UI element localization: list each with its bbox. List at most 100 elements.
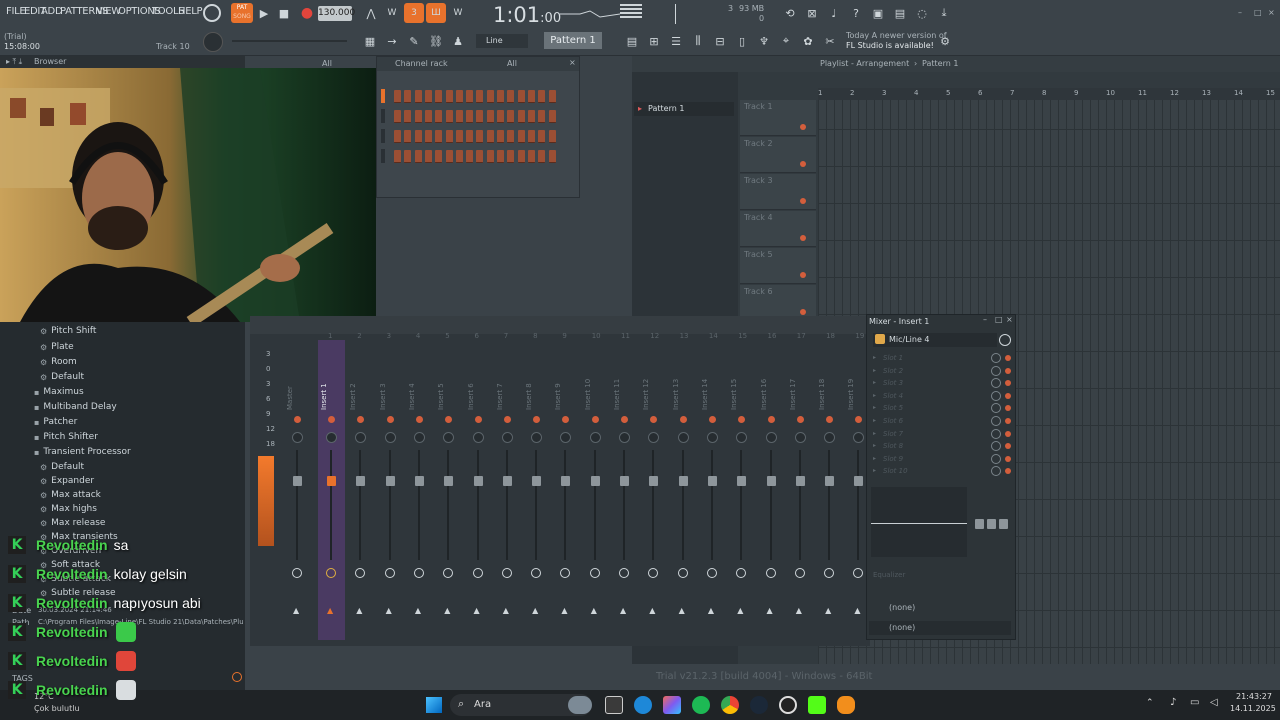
send-arrow-icon[interactable]: ▲ [474,606,480,615]
slot-expand-icon[interactable]: ▸ [873,404,876,411]
pan-led[interactable] [650,416,658,423]
step-button[interactable] [517,110,525,123]
stereo-knob[interactable] [384,432,396,443]
mixer-strip[interactable]: 14 Insert 14 ▲ [699,332,726,640]
send-arrow-icon[interactable]: ▲ [561,606,567,615]
step-button[interactable] [455,90,463,103]
slot-enable-led[interactable] [1005,443,1011,450]
volume-fader[interactable] [737,476,747,486]
browser-item[interactable]: ⚙ Plate [40,342,74,352]
playlist-icon[interactable]: ▤ [622,31,642,51]
mixer-strip[interactable]: 15 Insert 15 ▲ [728,332,755,640]
step-button[interactable] [424,90,432,103]
taskbar-chrome-icon[interactable] [721,696,739,714]
route-knob[interactable] [736,568,747,578]
mixer-strip[interactable]: 7 Insert 7 ▲ [494,332,521,640]
volume-fader[interactable] [707,476,717,486]
cut-icon[interactable]: ✂ [820,31,840,51]
stereo-knob[interactable] [824,432,836,443]
mixer-strip[interactable]: 11 Insert 11 ▲ [611,332,638,640]
step-button[interactable] [445,150,453,163]
pan-led[interactable] [415,416,423,423]
send-arrow-icon[interactable]: ▲ [767,606,773,615]
effect-slot[interactable]: ▸ Slot 3 [873,378,1013,390]
browser-nav-icon[interactable]: ▸ ⤒ ⤓ [6,57,22,67]
stereo-knob[interactable] [853,432,865,443]
volume-fader[interactable] [561,476,571,486]
route-knob[interactable] [472,568,483,578]
play-icon[interactable]: ▶ [254,3,274,23]
step-button[interactable] [394,130,401,143]
plugin-picker-icon[interactable]: ✿ [798,31,818,51]
step-button[interactable] [548,150,556,163]
send-arrow-icon[interactable]: ▲ [825,606,831,615]
mixer-strip[interactable]: 2 Insert 2 ▲ [347,332,374,640]
step-button[interactable] [538,110,546,123]
browser-item[interactable]: ⚙ Default [40,372,84,382]
effect-slot[interactable]: ▸ Slot 9 [873,453,1013,466]
stereo-knob[interactable] [589,432,601,443]
step-button[interactable] [466,150,474,163]
stereo-knob[interactable] [355,432,367,443]
stereo-knob[interactable] [794,432,806,443]
slot-mix-knob[interactable] [991,441,1001,452]
send-arrow-icon[interactable]: ▲ [796,606,802,615]
pan-led[interactable] [855,416,863,423]
loop-record-icon[interactable]: Ш [426,3,446,23]
step-button[interactable] [445,130,453,143]
step-button[interactable] [455,130,463,143]
slot-expand-icon[interactable]: ▸ [873,430,876,437]
step-button[interactable] [414,150,422,163]
slot-enable-led[interactable] [1005,455,1011,462]
taskbar-date[interactable]: 14.11.2025 [1230,704,1276,713]
channel-select-led[interactable] [381,129,385,143]
track-mute-led[interactable] [800,161,806,167]
browser-item[interactable]: ▪ Patcher [34,417,77,427]
send-arrow-icon[interactable]: ▲ [708,606,714,615]
step-button[interactable] [507,150,515,163]
channel-rack-icon[interactable]: ☰ [666,31,686,51]
step-seq-icon[interactable]: ⊞ [644,31,664,51]
slot-enable-led[interactable] [1005,430,1011,437]
playlist-pattern[interactable]: Pattern 1 [922,59,958,68]
slot-mix-knob[interactable] [991,416,1001,426]
taskbar-copilot-icon[interactable] [663,696,681,714]
step-button[interactable] [414,110,422,123]
step-button[interactable] [486,90,494,103]
track-mute-led[interactable] [800,235,806,241]
volume-fader[interactable] [356,476,366,486]
timeline-ruler[interactable]: 1 2 3 4 5 6 7 8 9 10 11 12 13 14 15 [818,88,1280,100]
channel-select-led[interactable] [381,109,385,123]
stereo-knob[interactable] [413,432,425,443]
route-knob[interactable] [648,568,659,578]
step-button[interactable] [507,90,515,103]
step-button[interactable] [497,110,504,123]
route-knob[interactable] [677,568,688,578]
track-header[interactable]: Track 4 [740,211,816,247]
master-volume-knob[interactable] [203,32,223,52]
volume-fader[interactable] [590,476,600,486]
track-header[interactable]: Track 2 [740,137,816,173]
project-icon[interactable]: ▤ [890,3,910,23]
slot-mix-knob[interactable] [991,428,1001,439]
taskbar-spotify-icon[interactable] [692,696,710,714]
send-arrow-icon[interactable]: ▲ [356,606,362,615]
step-button[interactable] [414,90,422,103]
step-button[interactable] [404,150,412,163]
volume-fader[interactable] [293,476,302,486]
menu-file[interactable]: FILE [6,6,26,17]
plugin-icon[interactable]: ♆ [754,31,774,51]
mixer-icon[interactable]: ⊠ [802,3,822,23]
route-knob[interactable] [706,568,717,578]
browser-item[interactable]: ⚙ Max attack [40,490,101,500]
slot-expand-icon[interactable]: ▸ [873,442,876,449]
route-knob[interactable] [824,568,835,578]
track-header[interactable]: Track 1 [740,100,816,136]
panel-close-icon[interactable]: × [1006,315,1013,324]
step-button[interactable] [538,130,546,143]
mixer-strip[interactable]: 17 Insert 17 ▲ [787,332,814,640]
start-menu-icon[interactable] [426,697,442,713]
stereo-knob[interactable] [531,432,543,443]
send-arrow-icon[interactable]: ▲ [532,606,538,615]
pan-led[interactable] [796,416,804,423]
